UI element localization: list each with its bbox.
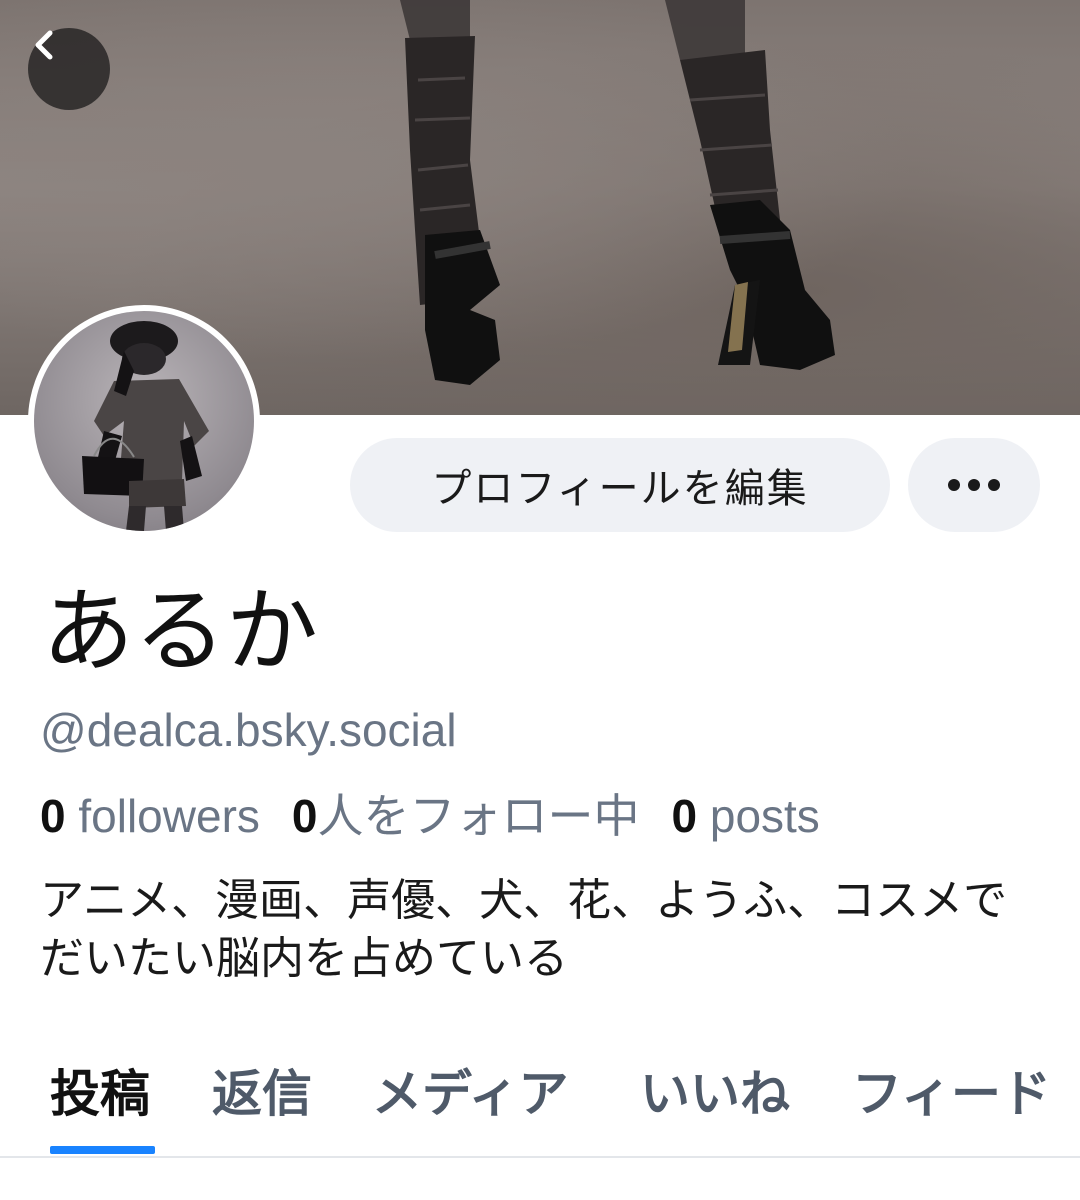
tab-likes[interactable]: いいね (640, 1054, 790, 1134)
tab-posts[interactable]: 投稿 (50, 1054, 150, 1134)
following-count: 0 (291, 790, 318, 842)
followers-stat[interactable]: 0 followers (40, 786, 260, 846)
profile-bio: アニメ、漫画、声優、犬、花、ようふ、コスメでだいたい脳内を占めている (40, 875, 1008, 984)
more-options-button[interactable] (908, 438, 1040, 532)
profile-stats: 0 followers 0人をフォロー中 0 posts (40, 786, 820, 846)
profile-handle: @dealca.bsky.social (40, 704, 457, 756)
more-dots-icon (948, 479, 1000, 491)
chevron-left-icon (35, 30, 53, 60)
active-tab-indicator (50, 1146, 155, 1154)
posts-label: posts (697, 790, 820, 842)
back-button[interactable] (28, 28, 110, 110)
posts-stat: 0 posts (671, 786, 819, 846)
tab-replies[interactable]: 返信 (212, 1054, 312, 1134)
followers-count: 0 (40, 790, 66, 842)
avatar-image (34, 311, 254, 531)
tab-feeds[interactable]: フィード (852, 1054, 1051, 1134)
posts-count: 0 (671, 790, 698, 842)
tab-media[interactable]: メディア (372, 1054, 569, 1134)
following-stat[interactable]: 0人をフォロー中 (292, 786, 640, 846)
avatar[interactable] (28, 305, 260, 537)
profile-tabs: 投稿 返信 メディア いいね フィード (0, 1040, 1080, 1158)
display-name: あるか (42, 578, 319, 685)
edit-profile-button[interactable]: プロフィールを編集 (350, 438, 890, 532)
followers-label: followers (65, 790, 260, 842)
following-label: 人をフォロー中 (317, 790, 640, 842)
